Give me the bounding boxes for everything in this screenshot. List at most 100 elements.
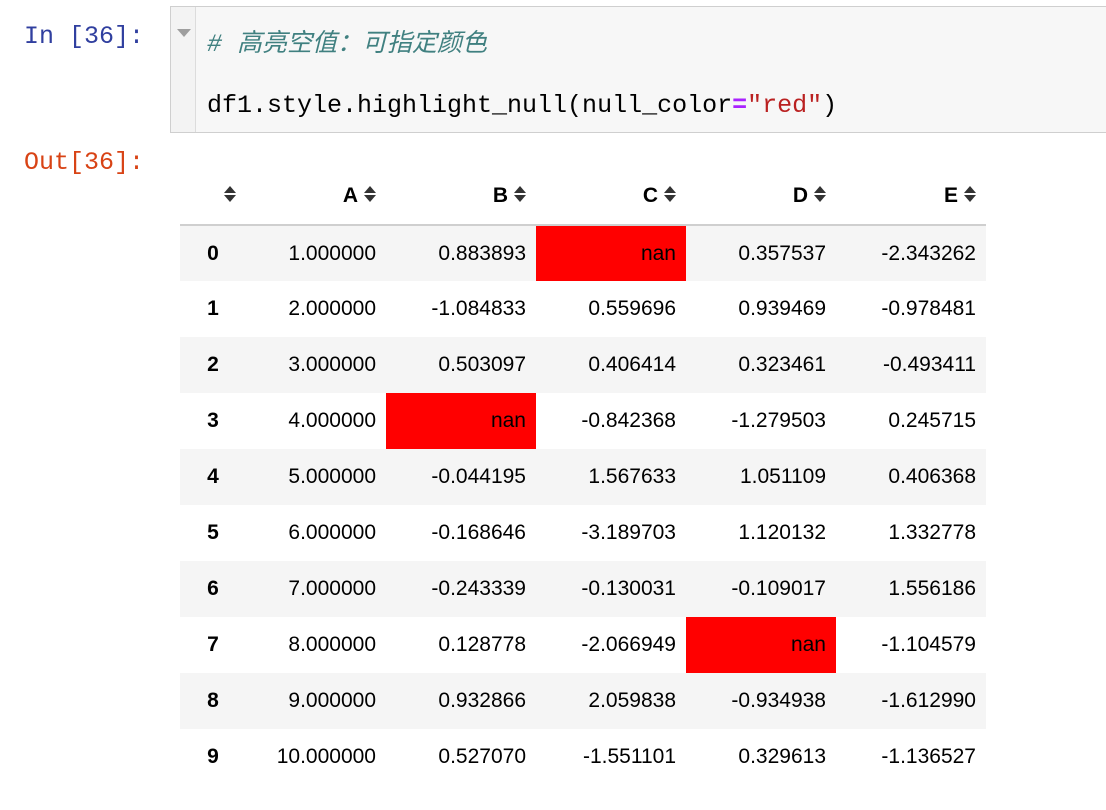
code-statement: df1.style.highlight_null(null_color="red… — [207, 91, 837, 120]
table-cell: -0.842368 — [581, 409, 676, 432]
column-header-label: E — [943, 184, 958, 207]
row-index: 3 — [207, 409, 219, 432]
row-index: 9 — [207, 745, 219, 768]
row-index: 8 — [207, 689, 219, 712]
code-editor[interactable]: # 高亮空值：可指定颜色 df1.style.highlight_null(nu… — [207, 7, 837, 123]
table-cell: -0.168646 — [431, 521, 526, 544]
null-cell-highlighted: nan — [686, 617, 836, 673]
index-header[interactable] — [180, 168, 246, 226]
table-cell: -1.104579 — [881, 633, 976, 656]
table-cell: 0.406414 — [588, 353, 676, 376]
table-row: 4 5.000000 -0.044195 1.567633 1.051109 0.4063… — [180, 449, 986, 505]
sort-icon[interactable] — [224, 186, 236, 203]
sort-icon[interactable] — [664, 186, 676, 203]
table-cell: 1.000000 — [288, 241, 376, 265]
code-cell-input[interactable]: # 高亮空值：可指定颜色 df1.style.highlight_null(nu… — [170, 6, 1106, 133]
row-index: 7 — [207, 633, 219, 656]
table-cell: 0.128778 — [438, 633, 526, 656]
table-cell: -3.189703 — [581, 521, 676, 544]
header-row: A B C D E — [180, 168, 986, 226]
column-header-d[interactable]: D — [686, 168, 836, 226]
column-header-label: A — [342, 184, 358, 207]
column-header-c[interactable]: C — [536, 168, 686, 226]
table-cell: -0.044195 — [431, 465, 526, 488]
table-cell: 0.357537 — [738, 241, 826, 265]
table-cell: -1.084833 — [431, 297, 526, 320]
row-index: 6 — [207, 577, 219, 600]
column-header-label: D — [792, 184, 808, 207]
sort-icon[interactable] — [814, 186, 826, 203]
table-cell: 7.000000 — [288, 577, 376, 600]
column-header-a[interactable]: A — [246, 168, 386, 226]
table-cell: 1.556186 — [888, 577, 976, 600]
table-cell: 0.527070 — [438, 745, 526, 768]
table-cell: 1.332778 — [888, 521, 976, 544]
row-index: 5 — [207, 521, 219, 544]
row-index: 0 — [207, 241, 219, 265]
code-operator: = — [732, 91, 748, 120]
table-cell: 1.567633 — [588, 465, 676, 488]
table-cell: -2.066949 — [581, 633, 676, 656]
table-cell: 4.000000 — [288, 409, 376, 432]
sort-icon[interactable] — [364, 186, 376, 203]
output-prompt: Out[36]: — [24, 148, 145, 177]
table-cell: -0.978481 — [881, 297, 976, 320]
table-cell: 5.000000 — [288, 465, 376, 488]
column-header-label: B — [492, 184, 508, 207]
code-close-paren: ) — [822, 91, 838, 120]
table-cell: -1.279503 — [731, 409, 826, 432]
table-cell: -1.136527 — [881, 745, 976, 768]
table-row: 0 1.000000 0.883893 nan 0.357537 -2.343262 — [180, 225, 986, 281]
table-cell: -1.551101 — [582, 745, 676, 768]
input-prompt: In [36]: — [24, 22, 145, 51]
table-cell: -2.343262 — [881, 241, 976, 265]
table-cell: 9.000000 — [288, 689, 376, 712]
table-cell: 0.939469 — [738, 297, 826, 320]
table-cell: 0.503097 — [438, 353, 526, 376]
table-row: 2 3.000000 0.503097 0.406414 0.323461 -0.4934… — [180, 337, 986, 393]
table-row: 9 10.000000 0.527070 -1.551101 0.329613 -1.13… — [180, 729, 986, 785]
row-index: 2 — [207, 353, 219, 376]
table-cell: 0.406368 — [888, 465, 976, 488]
table-cell: 0.329613 — [738, 745, 826, 768]
table-row: 6 7.000000 -0.243339 -0.130031 -0.109017 1.55… — [180, 561, 986, 617]
table-cell: 10.000000 — [276, 745, 376, 768]
sort-icon[interactable] — [514, 186, 526, 203]
table-row: 8 9.000000 0.932866 2.059838 -0.934938 -1.612… — [180, 673, 986, 729]
chevron-down-icon — [177, 29, 191, 37]
table-cell: -0.130031 — [581, 577, 676, 600]
table-row: 3 4.000000 nan -0.842368 -1.279503 0.245715 — [180, 393, 986, 449]
table-cell: 0.932866 — [438, 689, 526, 712]
table-cell: -0.109017 — [731, 577, 826, 600]
table-cell: 3.000000 — [288, 353, 376, 376]
code-call: df1.style.highlight_null(null_color — [207, 91, 733, 120]
dataframe-table: A B C D E 0 1.000000 0.883893 nan 0.357537 -2.343… — [180, 168, 986, 785]
table-cell: 2.000000 — [288, 297, 376, 320]
table-cell: 0.559696 — [588, 297, 676, 320]
column-header-label: C — [642, 184, 658, 207]
table-row: 1 2.000000 -1.084833 0.559696 0.939469 -0.978… — [180, 281, 986, 337]
table-row: 7 8.000000 0.128778 -2.066949 nan -1.104579 — [180, 617, 986, 673]
table-row: 5 6.000000 -0.168646 -3.189703 1.120132 1.332… — [180, 505, 986, 561]
table-cell: 1.120132 — [738, 521, 826, 544]
null-cell-highlighted: nan — [536, 225, 686, 281]
table-cell: 6.000000 — [288, 521, 376, 544]
table-cell: 8.000000 — [288, 633, 376, 656]
sort-icon[interactable] — [964, 186, 976, 203]
column-header-e[interactable]: E — [836, 168, 986, 226]
table-cell: 0.883893 — [438, 241, 526, 265]
table-cell: 0.323461 — [738, 353, 826, 376]
table-cell: -0.243339 — [431, 577, 526, 600]
table-cell: 1.051109 — [739, 465, 826, 488]
table-cell: -0.493411 — [882, 353, 976, 376]
table-cell: -1.612990 — [881, 689, 976, 712]
code-string: "red" — [747, 91, 823, 120]
table-cell: -0.934938 — [731, 689, 826, 712]
null-cell-highlighted: nan — [386, 393, 536, 449]
table-body: 0 1.000000 0.883893 nan 0.357537 -2.343262 1 2.… — [180, 225, 986, 785]
column-header-b[interactable]: B — [386, 168, 536, 226]
collapse-toggle[interactable] — [171, 7, 196, 132]
row-index: 4 — [207, 465, 219, 488]
table-cell: 0.245715 — [888, 409, 976, 432]
table-cell: 2.059838 — [588, 689, 676, 712]
